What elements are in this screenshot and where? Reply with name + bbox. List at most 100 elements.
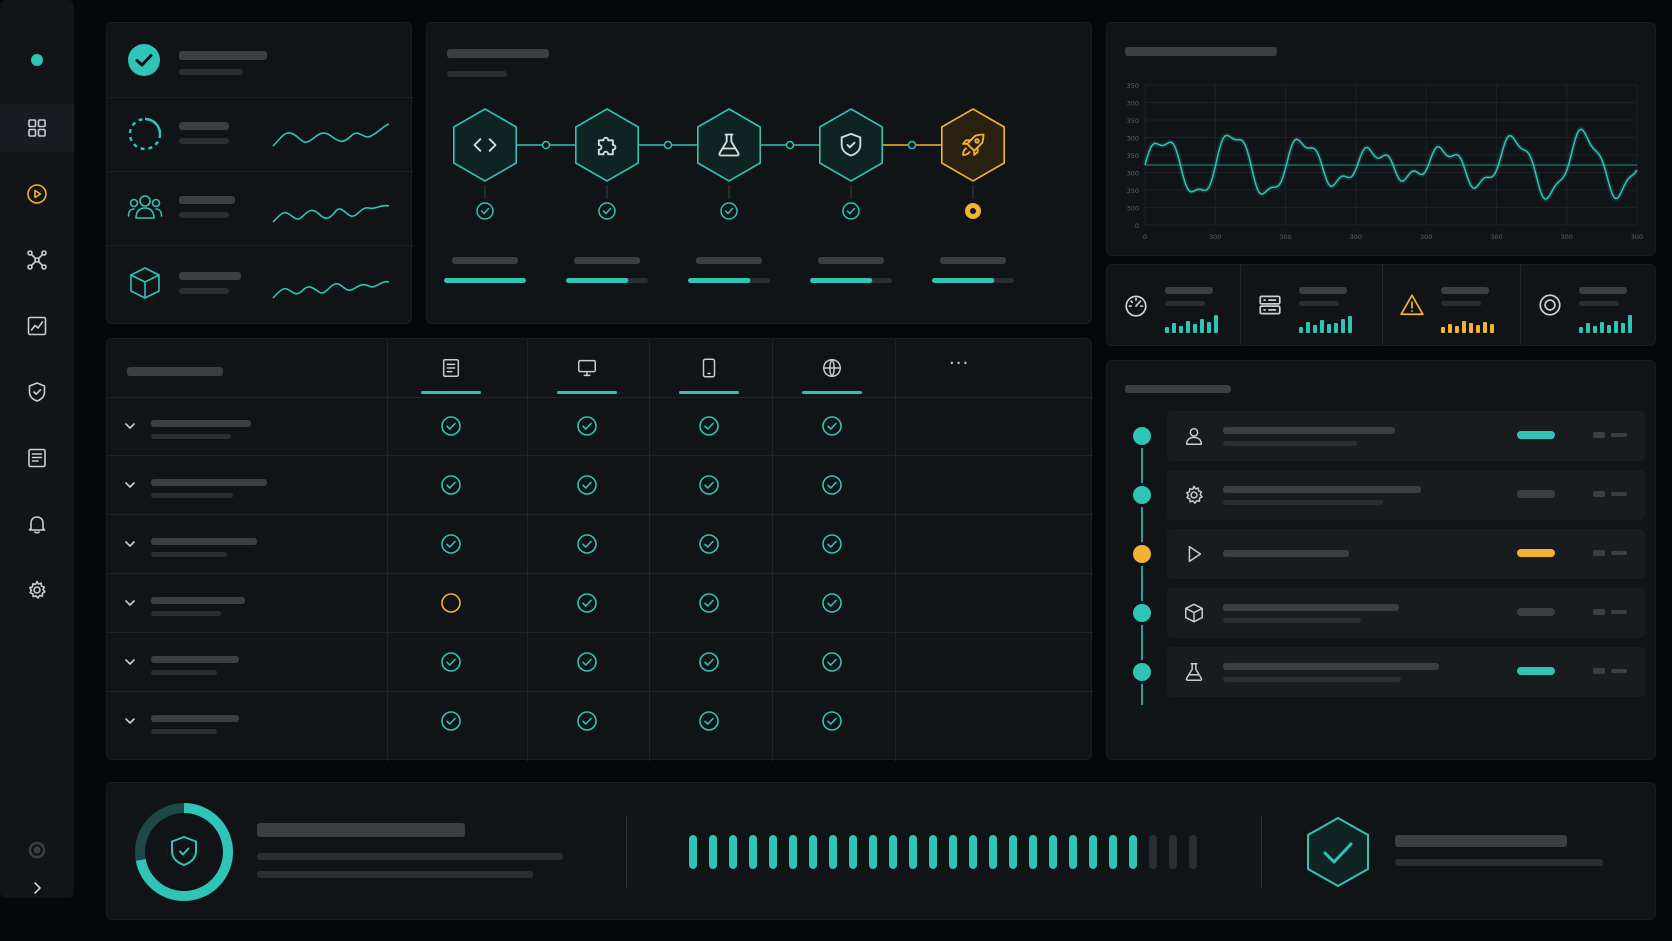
table-row[interactable] <box>107 574 1093 633</box>
more-icon[interactable]: ··· <box>949 353 969 374</box>
tablet-icon <box>702 358 716 378</box>
sidebar-item-reports[interactable] <box>0 434 74 482</box>
metric-card-4[interactable] <box>1521 265 1655 345</box>
sidebar-item-runs[interactable] <box>0 170 74 218</box>
gear-icon <box>29 580 46 599</box>
sidebar-item-network[interactable] <box>0 236 74 284</box>
pending-circle-icon[interactable] <box>440 592 462 614</box>
chevron-down-icon[interactable] <box>123 714 137 728</box>
metric-bar <box>1441 327 1445 333</box>
warning-icon <box>1400 294 1424 316</box>
metric-bar <box>1341 319 1345 333</box>
status-item-2[interactable] <box>107 97 413 169</box>
check-circle-icon[interactable] <box>440 474 462 496</box>
chevron-down-icon[interactable] <box>123 478 137 492</box>
sidebar-item-dashboard[interactable] <box>0 104 74 152</box>
gauge-icon <box>1125 295 1147 317</box>
timeline-event-4[interactable] <box>1167 588 1645 638</box>
sidebar-expand-button[interactable] <box>0 864 74 912</box>
check-circle-icon[interactable] <box>821 533 843 555</box>
sidebar-item-notifications[interactable] <box>0 500 74 548</box>
check-circle-icon[interactable] <box>576 592 598 614</box>
metric-bar <box>1193 324 1197 333</box>
check-circle-icon[interactable] <box>440 533 462 555</box>
matrix-column-1[interactable] <box>387 339 515 397</box>
table-row[interactable] <box>107 515 1093 574</box>
table-row[interactable] <box>107 692 1093 751</box>
y-tick-label: 350 <box>1127 152 1139 160</box>
record-icon <box>28 841 46 859</box>
status-item-3[interactable] <box>107 171 413 243</box>
sidebar-item-status[interactable] <box>0 36 74 84</box>
check-circle-icon[interactable] <box>821 474 843 496</box>
pipeline-stage-5[interactable] <box>940 108 1006 182</box>
nodes-icon <box>27 250 47 270</box>
segment <box>729 835 737 869</box>
metric-bar <box>1483 322 1487 333</box>
check-circle-icon[interactable] <box>821 415 843 437</box>
metric-card-1[interactable] <box>1107 265 1241 345</box>
segment <box>749 835 757 869</box>
sidebar-item-analytics[interactable] <box>0 302 74 350</box>
table-row[interactable] <box>107 397 1093 456</box>
timeline-event-2[interactable] <box>1167 470 1645 520</box>
users-icon <box>127 195 163 219</box>
matrix-column-5[interactable]: ··· <box>895 339 1035 397</box>
matrix-column-4[interactable] <box>772 339 892 397</box>
timeline-event-5[interactable] <box>1167 647 1645 697</box>
check-circle-icon[interactable] <box>440 415 462 437</box>
check-circle-icon[interactable] <box>698 710 720 732</box>
check-circle-icon[interactable] <box>821 710 843 732</box>
waveform-panel: 350 300 350 300 350 300 350 300 0 0 300 300 300 300 30… <box>1106 22 1656 256</box>
y-tick-label: 300 <box>1127 100 1139 108</box>
check-circle-icon[interactable] <box>440 710 462 732</box>
pipeline-stage-3[interactable] <box>696 108 762 182</box>
check-circle-icon[interactable] <box>440 651 462 673</box>
metric-card-2[interactable] <box>1241 265 1383 345</box>
metric-card-3[interactable] <box>1383 265 1521 345</box>
x-tick-label: 300 <box>1420 233 1432 241</box>
chevron-down-icon[interactable] <box>123 596 137 610</box>
check-circle-icon[interactable] <box>821 651 843 673</box>
user-icon <box>1185 427 1203 445</box>
check-circle-icon[interactable] <box>576 710 598 732</box>
stage-progress-fill <box>932 278 995 283</box>
pipeline-stage-1[interactable] <box>452 108 517 182</box>
check-circle-icon[interactable] <box>698 533 720 555</box>
x-tick-label: 300 <box>1631 233 1643 241</box>
check-circle-icon[interactable] <box>698 592 720 614</box>
pipeline-stage-2[interactable] <box>575 108 639 182</box>
segment <box>1129 835 1137 869</box>
segment <box>1189 835 1197 869</box>
waveform-chart: 350 300 350 300 350 300 350 300 00 300 300 300 300 30… <box>1127 82 1644 241</box>
timeline-event-1[interactable] <box>1167 411 1645 461</box>
chevron-down-icon[interactable] <box>123 537 137 551</box>
segment <box>689 835 697 869</box>
column-active-indicator <box>421 391 481 394</box>
metric-bar <box>1490 324 1494 333</box>
chevron-down-icon[interactable] <box>123 419 137 433</box>
check-circle-icon[interactable] <box>576 651 598 673</box>
table-row[interactable] <box>107 456 1093 515</box>
bell-icon <box>28 516 46 534</box>
metric-bar <box>1207 322 1211 333</box>
timeline-event-3[interactable] <box>1167 529 1645 579</box>
check-circle-icon[interactable] <box>576 474 598 496</box>
status-item-1[interactable] <box>107 23 413 95</box>
check-circle-icon[interactable] <box>698 651 720 673</box>
sidebar-item-settings[interactable] <box>0 566 74 614</box>
chevron-down-icon[interactable] <box>123 655 137 669</box>
check-circle-icon[interactable] <box>698 415 720 437</box>
matrix-column-2[interactable] <box>527 339 647 397</box>
check-circle-icon[interactable] <box>821 592 843 614</box>
table-row[interactable] <box>107 633 1093 692</box>
sidebar-item-security[interactable] <box>0 368 74 416</box>
pipeline-stages <box>444 108 1014 283</box>
status-item-4[interactable] <box>107 245 413 317</box>
check-circle-icon[interactable] <box>576 415 598 437</box>
status-pill <box>1517 490 1555 498</box>
segment <box>829 835 837 869</box>
check-circle-icon[interactable] <box>698 474 720 496</box>
check-circle-icon[interactable] <box>576 533 598 555</box>
matrix-column-3[interactable] <box>649 339 769 397</box>
